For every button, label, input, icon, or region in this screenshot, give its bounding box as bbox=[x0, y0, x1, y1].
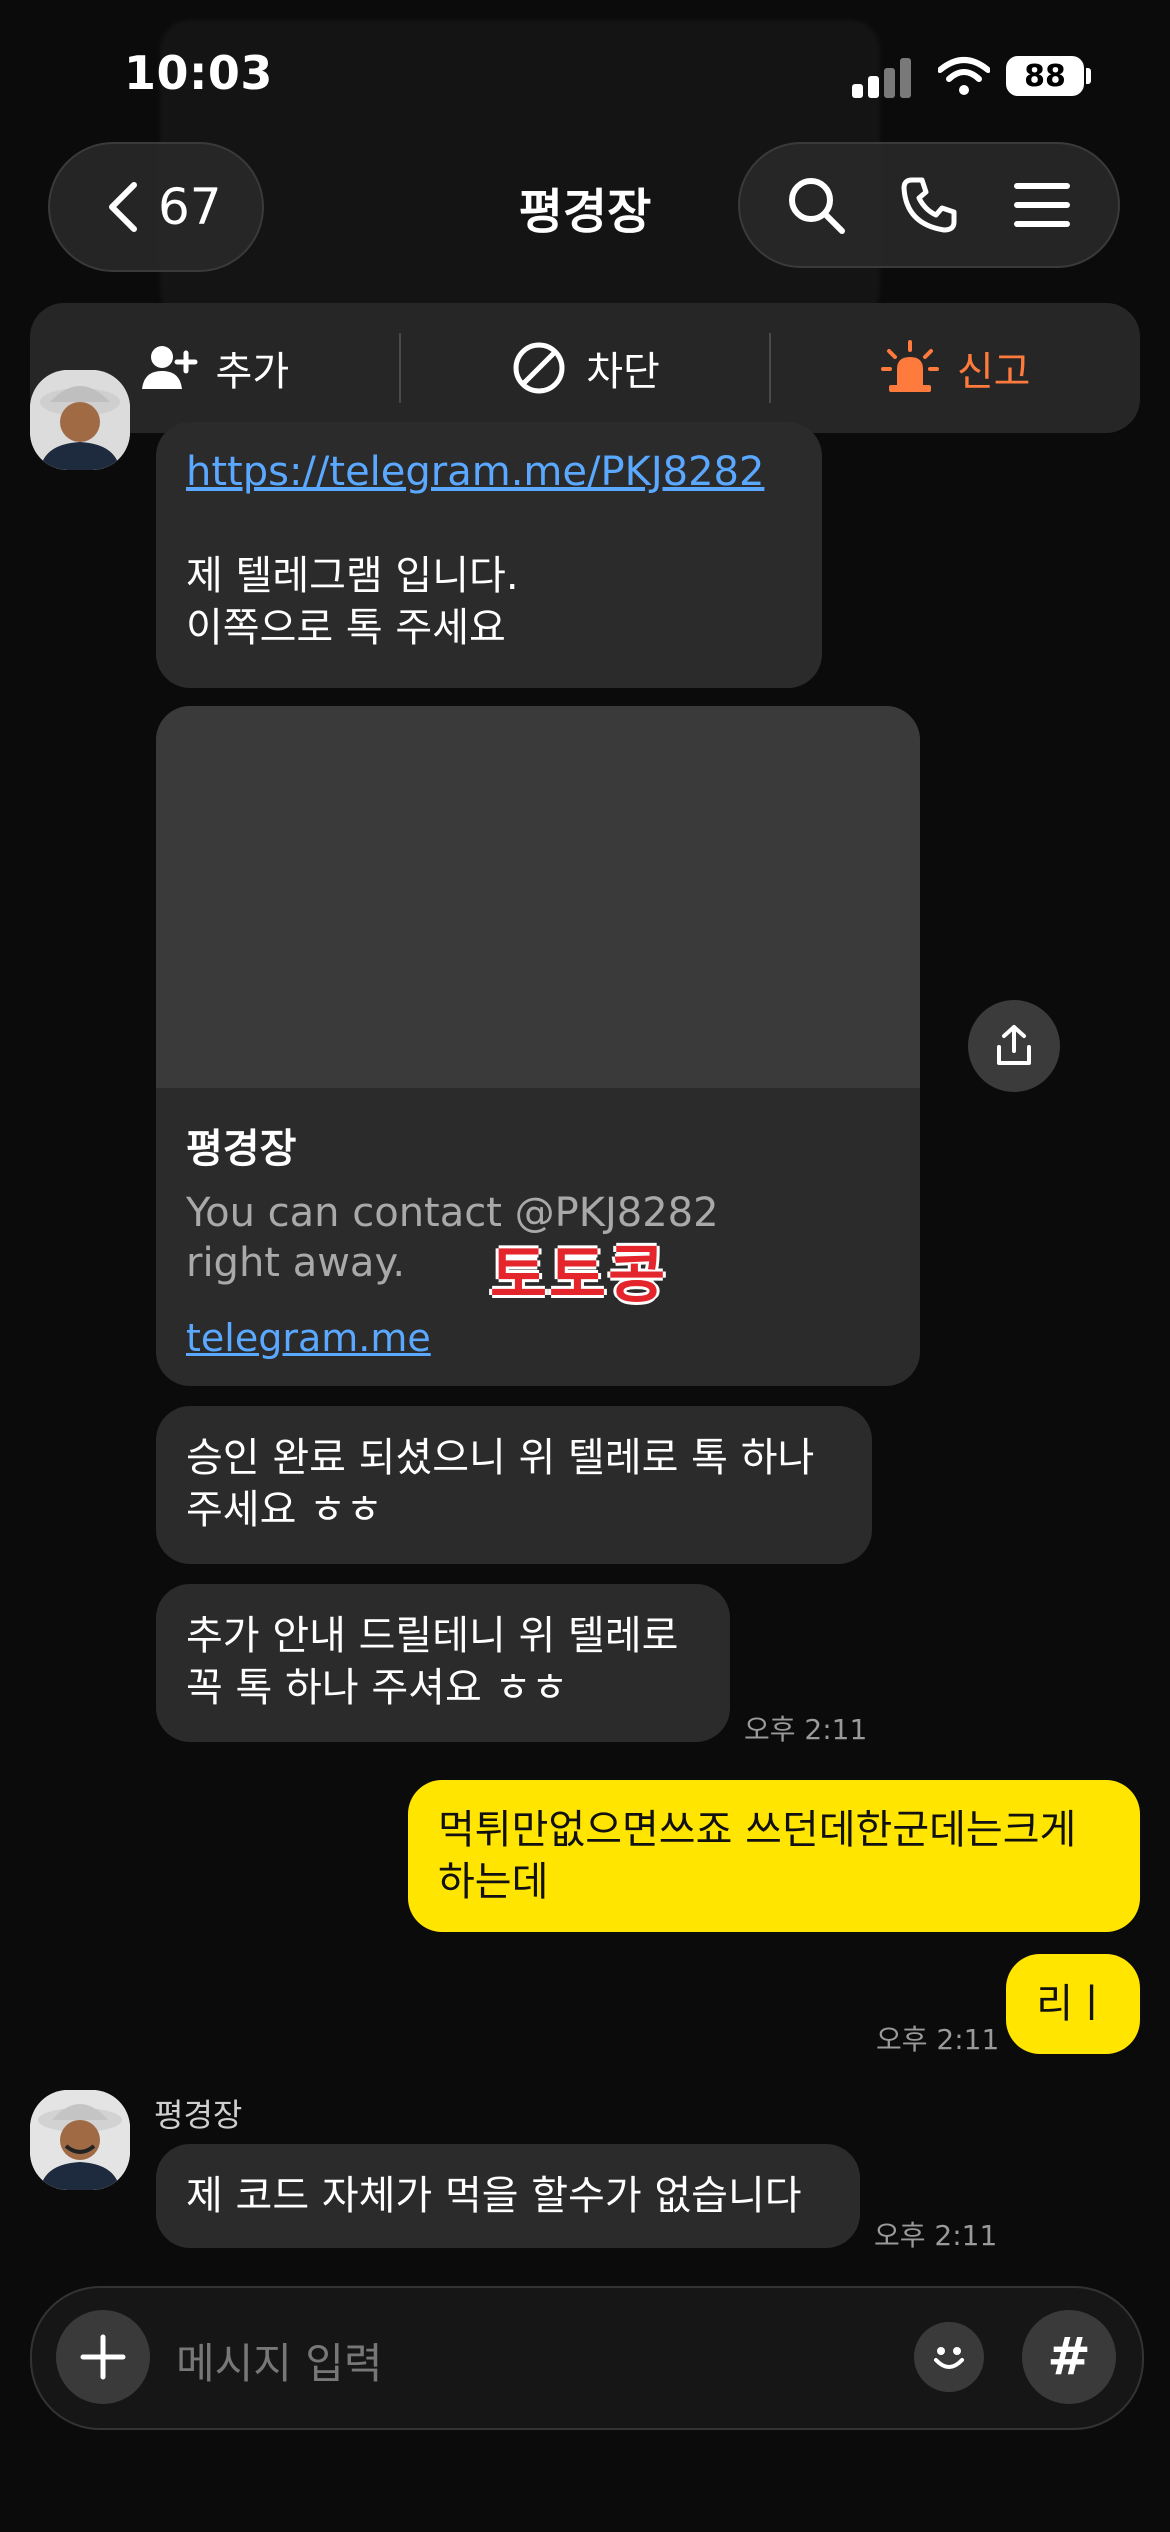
siren-icon bbox=[880, 340, 939, 392]
battery-indicator: 88 bbox=[1006, 56, 1084, 96]
battery-nub bbox=[1086, 68, 1091, 84]
message-text: 먹튀만없으면쓰죠 쓰던데한군데는크게 bbox=[438, 1807, 1077, 1853]
watermark: 토토콩 bbox=[490, 1238, 668, 1311]
message-text: 제 텔레그램 입니다. bbox=[186, 553, 519, 599]
status-time: 10:03 bbox=[124, 46, 273, 100]
message-bubble[interactable]: 추가 안내 드릴테니 위 텔레로 꼭 톡 하나 주셔요 ㅎㅎ bbox=[156, 1584, 730, 1742]
avatar-photo bbox=[30, 2090, 130, 2190]
emoji-button[interactable] bbox=[914, 2322, 984, 2392]
search-icon[interactable] bbox=[785, 174, 847, 236]
attach-button[interactable] bbox=[56, 2310, 150, 2404]
message-text: 하는데 bbox=[438, 1859, 549, 1905]
block-label: 차단 bbox=[586, 349, 660, 395]
message-text: 추가 안내 드릴테니 위 텔레로 bbox=[186, 1613, 679, 1659]
share-icon bbox=[997, 1025, 1031, 1065]
link-preview-image bbox=[156, 706, 920, 1088]
plus-icon bbox=[80, 2334, 126, 2380]
share-button[interactable] bbox=[968, 1000, 1060, 1092]
sender-avatar[interactable] bbox=[30, 2090, 130, 2190]
message-bubble[interactable]: https://telegram.me/PKJ8282 제 텔레그램 입니다. … bbox=[156, 422, 822, 688]
my-message-bubble[interactable]: 먹튀만없으면쓰죠 쓰던데한군데는크게 하는데 bbox=[408, 1780, 1140, 1932]
menu-icon[interactable] bbox=[1011, 174, 1073, 236]
message-input[interactable]: 메시지 입력 bbox=[176, 2330, 383, 2391]
message-text: 리ㅣ bbox=[1036, 1981, 1110, 2027]
signal-icon bbox=[852, 58, 914, 98]
hashtag-search-button[interactable]: # bbox=[1022, 2310, 1116, 2404]
avatar-photo bbox=[30, 370, 130, 470]
message-text: 승인 완료 되셨으니 위 텔레로 톡 하나 bbox=[186, 1435, 815, 1481]
block-button[interactable]: 차단 bbox=[401, 303, 770, 433]
sender-name: 평경장 bbox=[154, 2096, 243, 2134]
header-actions bbox=[738, 142, 1120, 268]
report-label: 신고 bbox=[956, 349, 1031, 395]
message-timestamp: 오후 2:11 bbox=[744, 1713, 868, 1746]
my-message-bubble[interactable]: 리ㅣ bbox=[1006, 1954, 1140, 2054]
smiley-icon bbox=[934, 2347, 964, 2369]
link-preview-url[interactable]: telegram.me bbox=[186, 1316, 431, 1360]
add-person-icon bbox=[141, 346, 198, 389]
avatar[interactable] bbox=[30, 370, 130, 470]
message-timestamp: 오후 2:11 bbox=[874, 2219, 998, 2252]
back-button[interactable]: 67 bbox=[48, 142, 264, 272]
message-timestamp: 오후 2:11 bbox=[876, 2023, 1000, 2056]
message-text: 꼭 톡 하나 주셔요 ㅎㅎ bbox=[186, 1665, 569, 1711]
link-preview-title: 평경장 bbox=[186, 1126, 297, 1172]
telegram-link[interactable]: https://telegram.me/PKJ8282 bbox=[186, 446, 792, 498]
block-icon bbox=[513, 342, 565, 394]
message-text: 주세요 ㅎㅎ bbox=[186, 1487, 383, 1533]
unread-count: 67 bbox=[158, 178, 222, 236]
message-bubble[interactable]: 제 코드 자체가 먹을 할수가 없습니다 bbox=[156, 2144, 860, 2248]
report-button[interactable]: 신고 bbox=[771, 303, 1140, 433]
chevron-left-icon bbox=[109, 182, 137, 232]
stranger-action-bar: 추가 차단 신고 bbox=[30, 303, 1140, 433]
chat-title: 평경장 bbox=[518, 184, 652, 240]
message-text: 제 코드 자체가 먹을 할수가 없습니다 bbox=[186, 2173, 802, 2219]
message-bubble[interactable]: 승인 완료 되셨으니 위 텔레로 톡 하나 주세요 ㅎㅎ bbox=[156, 1406, 872, 1564]
message-text: 이쪽으로 톡 주세요 bbox=[186, 605, 506, 651]
add-label: 추가 bbox=[215, 349, 290, 395]
phone-icon[interactable] bbox=[898, 174, 960, 236]
link-preview-description: You can contact @PKJ8282 right away. bbox=[186, 1190, 719, 1286]
wifi-icon bbox=[938, 57, 990, 95]
